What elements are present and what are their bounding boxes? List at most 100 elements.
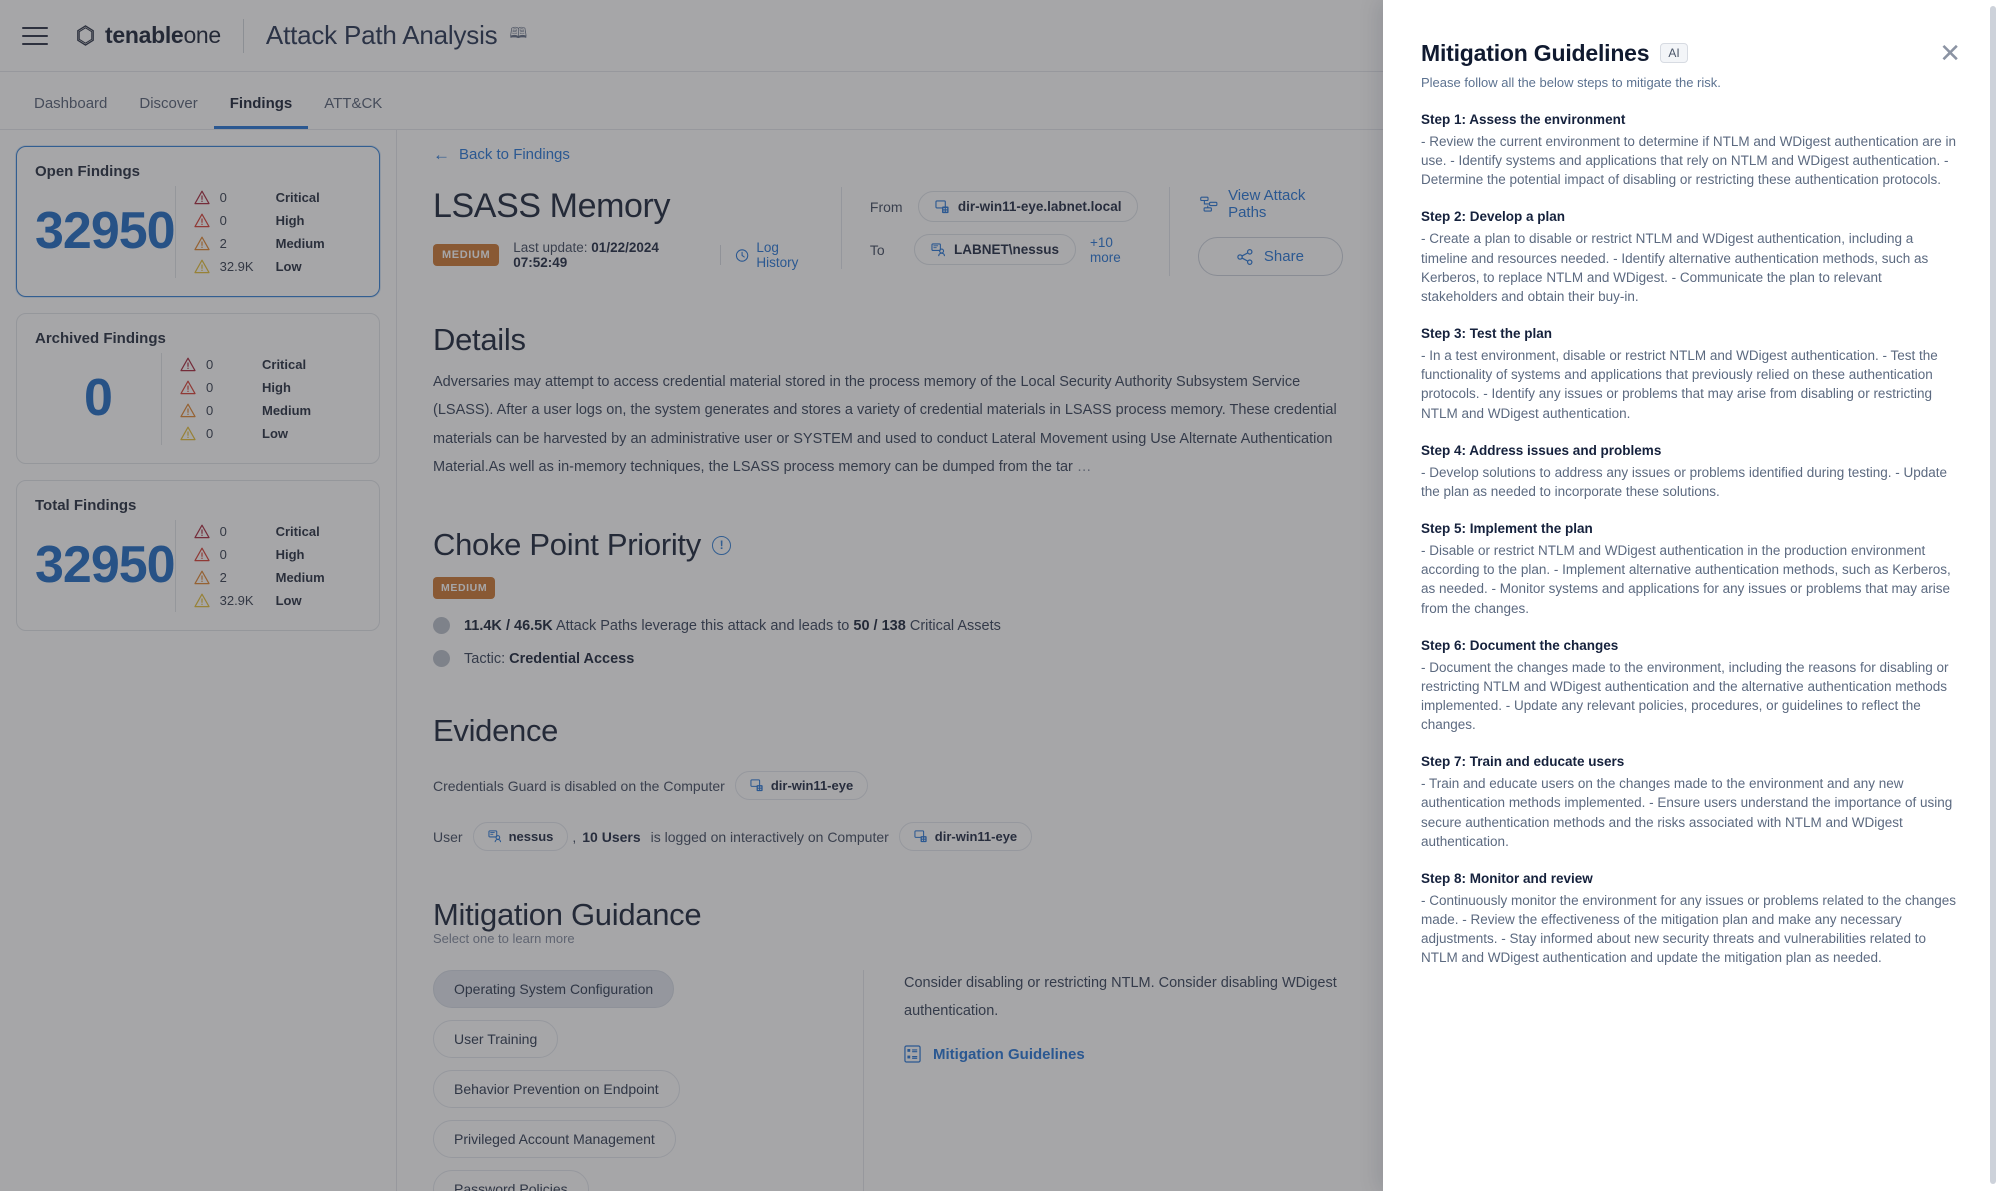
tenable-one-logo[interactable]: tenableone: [74, 22, 221, 49]
evidence-computer-label-1: dir-win11-eye: [770, 778, 854, 794]
details-section: Details Adversaries may attempt to acces…: [433, 322, 1343, 481]
tab-attack[interactable]: ATT&CK: [308, 95, 398, 129]
brand-name-bold: tenable: [105, 22, 184, 48]
severity-value: 0: [206, 380, 214, 395]
tab-findings[interactable]: Findings: [213, 95, 309, 129]
severity-value: 0: [219, 547, 227, 562]
share-button[interactable]: Share: [1197, 237, 1343, 276]
user-group-icon: [487, 830, 501, 843]
drawer-step-3: Step 3: Test the plan - In a test enviro…: [1421, 326, 1961, 423]
attack-paths-icon: [1200, 196, 1218, 212]
choke-point-badge: MEDIUM: [433, 577, 496, 600]
mitigation-description: Consider disabling or restricting NTLM. …: [904, 975, 1337, 1019]
drawer-scrollbar[interactable]: [1990, 6, 1996, 1184]
severity-row: 0 Critical: [194, 520, 361, 543]
paths-count: 11.4K: [464, 617, 502, 634]
content-body: Open Findings 32950 0 Critical 0 High 2 …: [0, 130, 1383, 1191]
tenable-mark-icon: [77, 25, 94, 46]
choke-point-section: Choke Point Priority ! MEDIUM 11.4K / 46…: [433, 527, 1343, 668]
severity-label: Low: [275, 593, 302, 608]
evidence-line2-user-label: User: [433, 828, 463, 845]
evidence-comma: ,: [572, 828, 577, 845]
card-open-findings-severities: 0 Critical 0 High 2 Medium 32.9K Low: [174, 186, 361, 278]
book-icon[interactable]: 🕮: [509, 23, 527, 48]
clock-history-icon: [736, 248, 749, 262]
mitigation-option-password-policies[interactable]: Password Policies: [433, 1170, 589, 1191]
to-more-link[interactable]: +10 more: [1090, 235, 1141, 265]
evidence-computer-chip-1[interactable]: dir-win11-eye: [734, 771, 869, 801]
findings-summary-sidebar: Open Findings 32950 0 Critical 0 High 2 …: [0, 130, 396, 1191]
paths-text: Attack Paths leverage this attack and le…: [555, 617, 850, 634]
view-attack-paths-label: View Attack Paths: [1228, 187, 1306, 221]
meta-divider: [720, 245, 722, 265]
card-archived-findings[interactable]: Archived Findings 0 0 Critical 0 High 0 …: [16, 313, 380, 464]
tactic-value: Credential Access: [509, 650, 635, 667]
card-archived-findings-title: Archived Findings: [35, 330, 166, 347]
from-asset-label: dir-win11-eye.labnet.local: [957, 199, 1122, 214]
assets-total: 138: [881, 617, 906, 634]
warning-triangle-icon: [194, 259, 210, 274]
drawer-step-3-body: - In a test environment, disable or rest…: [1421, 348, 1938, 421]
main-app-underlay: tenableone Attack Path Analysis 🕮 Dashbo…: [0, 0, 1383, 1191]
drawer-step-5: Step 5: Implement the plan - Disable or …: [1421, 521, 1961, 618]
to-asset-chip[interactable]: LABNET\nessus: [913, 234, 1077, 265]
app-root: tenableone Attack Path Analysis 🕮 Dashbo…: [0, 0, 1999, 1191]
to-label: To: [869, 241, 885, 258]
mitigation-guidelines-link[interactable]: Mitigation Guidelines: [904, 1045, 1343, 1063]
from-label: From: [869, 198, 903, 215]
drawer-step-4-body: - Develop solutions to address any issue…: [1421, 464, 1948, 499]
log-history-link[interactable]: Log History: [735, 240, 821, 270]
mitigation-option-behavior-prevention-on-endpoint[interactable]: Behavior Prevention on Endpoint: [433, 1070, 680, 1109]
top-bar: tenableone Attack Path Analysis 🕮: [0, 0, 1383, 72]
drawer-step-6-body: - Document the changes made to the envir…: [1421, 659, 1949, 733]
close-icon[interactable]: ✕: [1939, 40, 1961, 66]
assets-count: 50: [853, 617, 870, 634]
mitigation-option-operating-system-configuration[interactable]: Operating System Configuration: [433, 970, 675, 1009]
assets-separator: /: [873, 617, 878, 634]
choke-point-paths-row: 11.4K / 46.5K Attack Paths leverage this…: [433, 617, 1343, 635]
ai-badge: AI: [1660, 43, 1688, 63]
drawer-step-1-heading: Step 1: Assess the environment: [1421, 112, 1626, 127]
to-row: To LABNET\nessus +10 more: [870, 234, 1141, 265]
card-total-findings-title: Total Findings: [35, 497, 137, 514]
severity-value: 0: [219, 190, 227, 205]
brand-divider: [242, 18, 244, 53]
tab-dashboard[interactable]: Dashboard: [18, 95, 123, 129]
details-paragraph: Adversaries may attempt to access creden…: [433, 374, 1337, 475]
severity-row: 0 Medium: [180, 399, 361, 422]
card-total-findings[interactable]: Total Findings 32950 0 Critical 0 High 2…: [16, 480, 380, 631]
evidence-user-chip[interactable]: nessus: [472, 822, 569, 852]
severity-value: 0: [219, 524, 227, 539]
back-to-findings-link[interactable]: ← Back to Findings: [433, 146, 1343, 163]
tab-discover[interactable]: Discover: [123, 95, 213, 129]
choke-point-bullets: 11.4K / 46.5K Attack Paths leverage this…: [433, 617, 1343, 668]
drawer-step-6-heading: Step 6: Document the changes: [1421, 637, 1619, 653]
card-open-findings-title: Open Findings: [35, 163, 140, 180]
details-ellipsis[interactable]: …: [1077, 459, 1092, 475]
drawer-step-2: Step 2: Develop a plan - Create a plan t…: [1421, 209, 1961, 306]
warning-triangle-icon: [194, 570, 210, 585]
card-open-findings[interactable]: Open Findings 32950 0 Critical 0 High 2 …: [16, 146, 380, 297]
page-title: Attack Path Analysis: [265, 20, 498, 50]
warning-triangle-icon: [194, 593, 210, 608]
bullet-dot-icon: [433, 650, 450, 668]
nav-tabs: Dashboard Discover Findings ATT&CK: [0, 72, 1383, 130]
drawer-step-2-body: - Create a plan to disable or restrict N…: [1421, 231, 1929, 304]
from-asset-chip[interactable]: dir-win11-eye.labnet.local: [917, 191, 1139, 222]
drawer-step-8: Step 8: Monitor and review - Continuousl…: [1421, 871, 1961, 968]
computer-icon: [935, 199, 949, 213]
list-document-icon: [904, 1045, 921, 1063]
hamburger-menu-icon[interactable]: [22, 26, 48, 45]
back-to-findings-label: Back to Findings: [459, 146, 570, 163]
mitigation-option-user-training[interactable]: User Training: [433, 1020, 559, 1059]
bullet-dot-icon: [433, 617, 450, 635]
mitigation-subheading: Select one to learn more: [433, 931, 575, 947]
mitigation-option-privileged-account-management[interactable]: Privileged Account Management: [433, 1120, 676, 1159]
evidence-computer-chip-2[interactable]: dir-win11-eye: [898, 822, 1033, 852]
severity-value: 32.9K: [219, 259, 254, 274]
info-circle-icon[interactable]: !: [711, 535, 731, 555]
severity-value: 2: [219, 570, 227, 585]
view-attack-paths-link[interactable]: View Attack Paths: [1198, 187, 1343, 221]
paths-total: 46.5K: [514, 617, 553, 634]
from-to-block: From dir-win11-eye.labnet.local To LABNE…: [840, 187, 1169, 269]
